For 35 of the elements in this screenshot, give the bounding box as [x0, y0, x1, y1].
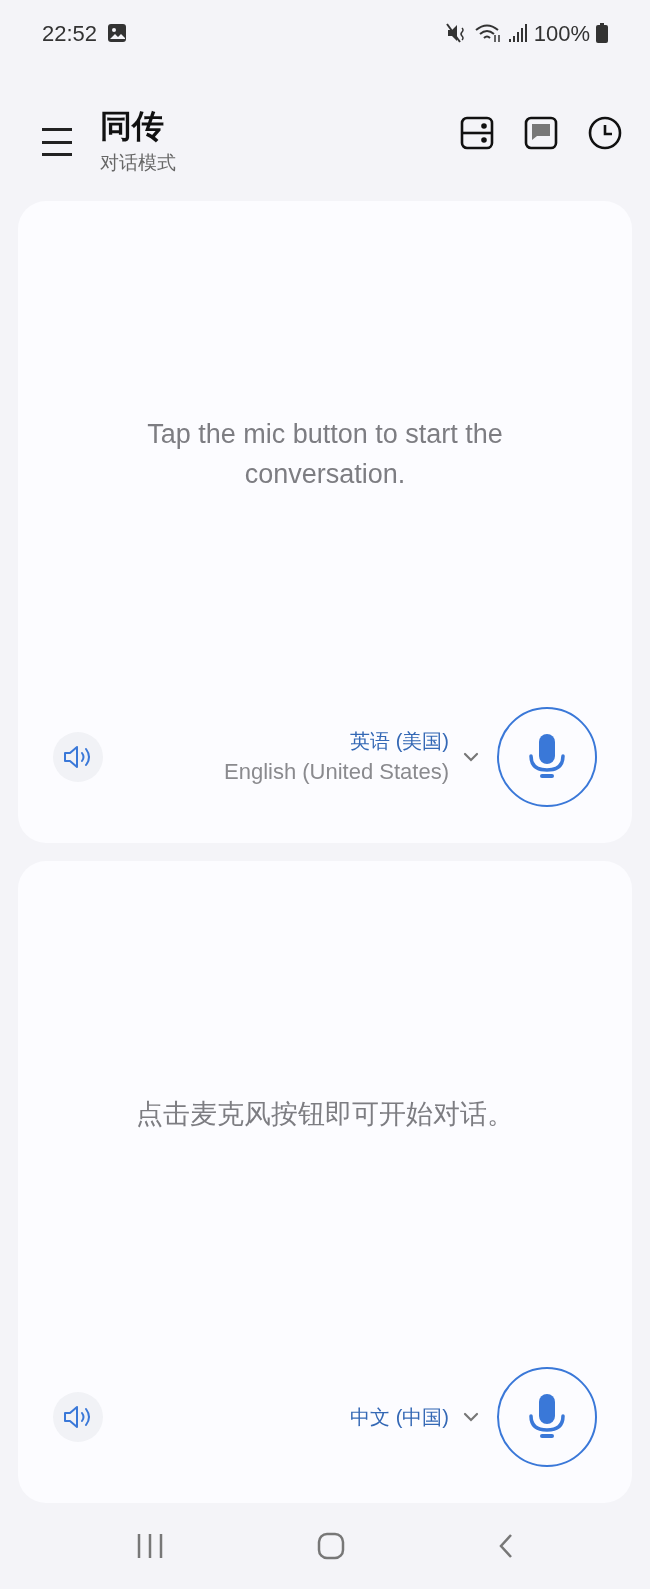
- mic-icon: [528, 734, 566, 780]
- status-time: 22:52: [42, 19, 98, 48]
- clock-icon: [588, 116, 622, 150]
- split-panel-icon: [460, 116, 494, 150]
- language-selector[interactable]: 英语 (美国) English (United States): [224, 726, 479, 788]
- menu-button[interactable]: [42, 128, 72, 156]
- image-icon: [107, 23, 128, 43]
- language-native-label: English (United States): [224, 758, 449, 786]
- mic-icon: [528, 1394, 566, 1440]
- wifi-icon: [473, 23, 502, 43]
- chevron-down-icon: [463, 1412, 479, 1422]
- mic-button[interactable]: [497, 707, 597, 807]
- mic-button[interactable]: [497, 1367, 597, 1467]
- chat-button[interactable]: [524, 116, 558, 150]
- home-icon[interactable]: [317, 1532, 345, 1560]
- back-icon[interactable]: [497, 1533, 514, 1559]
- app-title: 同传: [100, 107, 165, 146]
- speaker-icon: [63, 744, 93, 770]
- speaker-button[interactable]: [53, 732, 103, 782]
- recent-apps-icon[interactable]: [136, 1533, 165, 1559]
- layout-button[interactable]: [460, 116, 494, 150]
- mode-subtitle: 对话模式: [100, 151, 176, 175]
- history-button[interactable]: [588, 116, 622, 150]
- chat-bubble-icon: [524, 116, 558, 150]
- speaker-button[interactable]: [53, 1392, 103, 1442]
- prompt-text: Tap the mic button to start the conversation.: [146, 418, 504, 491]
- language-label: 英语 (美国): [350, 729, 449, 754]
- chevron-down-icon: [463, 752, 479, 762]
- prompt-text: 点击麦克风按钮即可开始对话。: [136, 1098, 514, 1131]
- signal-icon: [507, 23, 528, 43]
- language-label: 中文 (中国): [350, 1405, 449, 1430]
- speaker-icon: [63, 1404, 93, 1430]
- battery-percent: 100%: [533, 19, 590, 48]
- battery-icon: [596, 23, 608, 43]
- language-selector[interactable]: 中文 (中国): [350, 1402, 479, 1432]
